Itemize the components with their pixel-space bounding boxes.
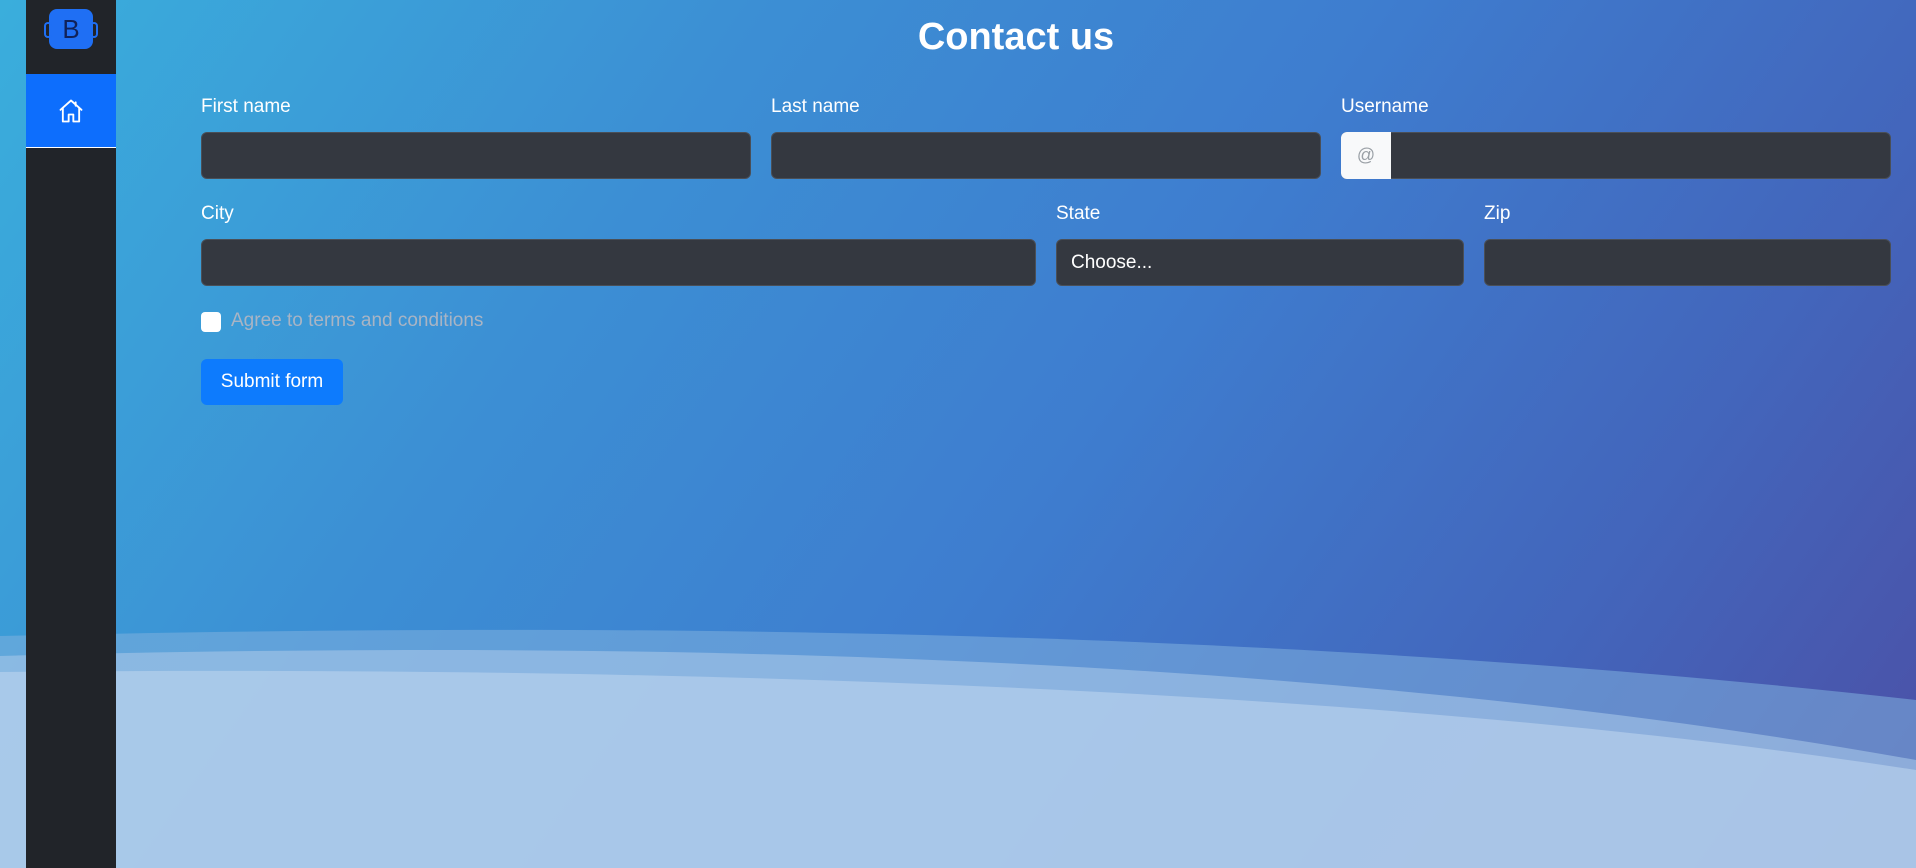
bootstrap-logo-icon: B — [44, 9, 98, 49]
username-input[interactable] — [1341, 132, 1891, 179]
city-label: City — [201, 203, 234, 224]
home-icon — [59, 99, 83, 122]
last-name-label: Last name — [771, 96, 860, 117]
submit-button[interactable]: Submit form — [201, 359, 343, 405]
first-name-input[interactable] — [201, 132, 751, 179]
terms-label[interactable]: Agree to terms and conditions — [231, 310, 483, 332]
username-prefix: @ — [1341, 132, 1391, 179]
page-title: Contact us — [917, 16, 1115, 58]
sidebar-item-home[interactable] — [26, 74, 116, 148]
background-waves — [0, 629, 1916, 868]
city-input[interactable] — [201, 239, 1036, 286]
brand-logo[interactable]: B — [26, 0, 116, 74]
state-selected-value: Choose... — [1071, 252, 1153, 273]
last-name-input[interactable] — [771, 132, 1321, 179]
terms-checkbox[interactable] — [201, 312, 221, 332]
sidebar: B — [26, 0, 116, 868]
zip-label: Zip — [1484, 203, 1511, 224]
username-label: Username — [1341, 96, 1429, 117]
first-name-label: First name — [201, 96, 291, 117]
zip-input[interactable] — [1484, 239, 1891, 286]
state-select[interactable]: Choose... — [1056, 239, 1464, 286]
state-label: State — [1056, 203, 1101, 224]
